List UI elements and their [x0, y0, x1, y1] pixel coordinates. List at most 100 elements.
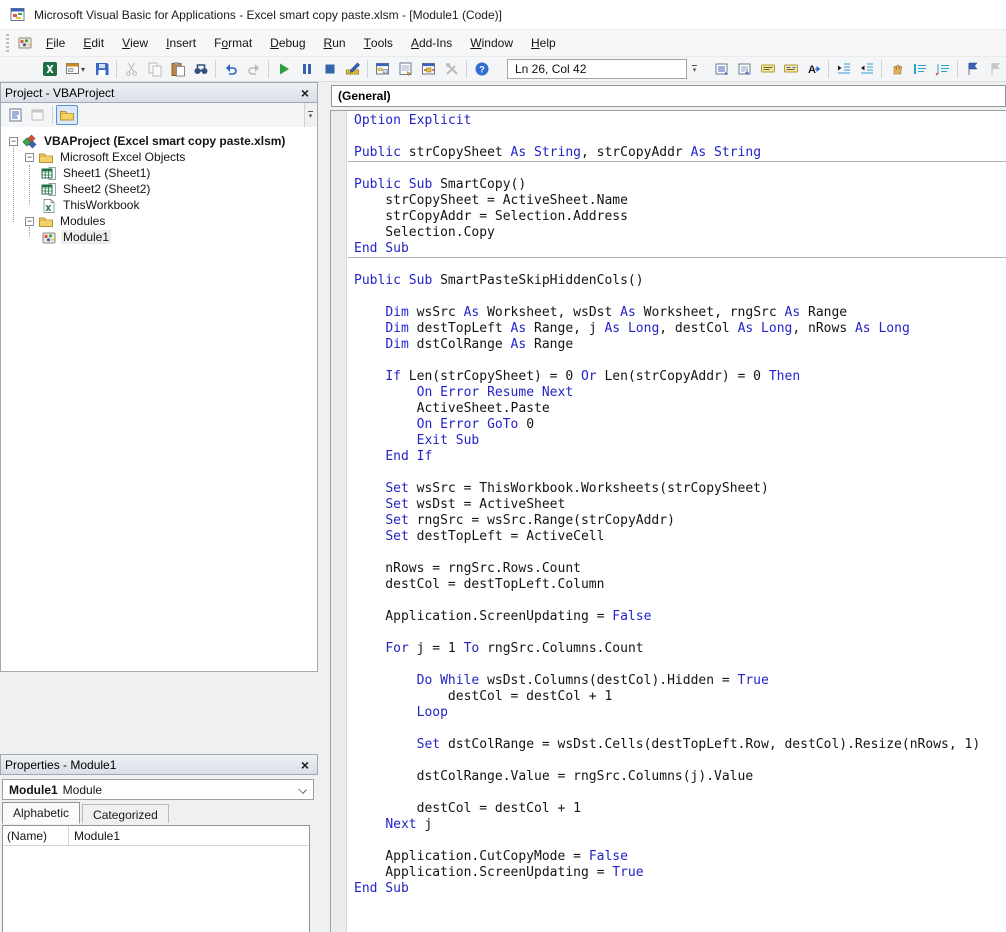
parameter-info-button[interactable]: [779, 58, 802, 80]
code-line[interactable]: [348, 129, 1006, 145]
code-line[interactable]: [348, 353, 1006, 369]
collapse-expander-icon[interactable]: −: [25, 153, 34, 162]
code-line[interactable]: For j = 1 To rngSrc.Columns.Count: [348, 641, 1006, 657]
code-line[interactable]: strCopyAddr = Selection.Address: [348, 209, 1006, 225]
code-line[interactable]: [348, 625, 1006, 641]
insert-dropdown-caret[interactable]: ▾: [81, 65, 90, 74]
reset-button[interactable]: [318, 58, 341, 80]
code-line[interactable]: End Sub: [348, 881, 1006, 897]
comment-block-button[interactable]: [908, 58, 931, 80]
code-line[interactable]: Loop: [348, 705, 1006, 721]
menu-add-ins[interactable]: Add-Ins: [402, 30, 461, 57]
code-line[interactable]: Dim wsSrc As Worksheet, wsDst As Workshe…: [348, 305, 1006, 321]
code-line[interactable]: Selection.Copy: [348, 225, 1006, 241]
view-microsoft-excel-button[interactable]: [38, 58, 61, 80]
find-button[interactable]: [189, 58, 212, 80]
toggle-folders-button[interactable]: [56, 105, 78, 125]
code-line[interactable]: [348, 833, 1006, 849]
redo-button[interactable]: [242, 58, 265, 80]
tree-item-excel-objects[interactable]: − Microsoft Excel Objects: [25, 149, 187, 165]
code-line[interactable]: Exit Sub: [348, 433, 1006, 449]
undo-button[interactable]: [219, 58, 242, 80]
outdent-button[interactable]: [855, 58, 878, 80]
cut-button[interactable]: [120, 58, 143, 80]
menu-insert[interactable]: Insert: [157, 30, 205, 57]
complete-word-button[interactable]: A: [802, 58, 825, 80]
code-line[interactable]: Public strCopySheet As String, strCopyAd…: [348, 145, 1006, 161]
menu-help[interactable]: Help: [522, 30, 565, 57]
object-browser-button[interactable]: [417, 58, 440, 80]
toolbar-overflow-chevron[interactable]: ▾: [689, 58, 700, 80]
project-panel-header[interactable]: Project - VBAProject ×: [0, 82, 318, 103]
toolbox-button[interactable]: [440, 58, 463, 80]
menu-view[interactable]: View: [113, 30, 157, 57]
indent-button[interactable]: [832, 58, 855, 80]
code-line[interactable]: destCol = destCol + 1: [348, 801, 1006, 817]
project-panel-close-icon[interactable]: ×: [297, 85, 313, 100]
menu-debug[interactable]: Debug: [261, 30, 314, 57]
code-line[interactable]: Set rngSrc = wsSrc.Range(strCopyAddr): [348, 513, 1006, 529]
menubar-grip-handle[interactable]: [6, 34, 9, 52]
code-line[interactable]: On Error Resume Next: [348, 385, 1006, 401]
code-line[interactable]: destCol = destTopLeft.Column: [348, 577, 1006, 593]
property-value-cell[interactable]: Module1: [69, 826, 309, 845]
code-line[interactable]: Next j: [348, 817, 1006, 833]
code-line[interactable]: Public Sub SmartCopy(): [348, 177, 1006, 193]
code-line[interactable]: [348, 545, 1006, 561]
collapse-expander-icon[interactable]: −: [9, 137, 18, 146]
code-line[interactable]: [348, 161, 1006, 177]
object-dropdown[interactable]: (General): [331, 85, 1006, 107]
toggle-breakpoint-button[interactable]: [885, 58, 908, 80]
list-constants-button[interactable]: [733, 58, 756, 80]
code-line[interactable]: End Sub: [348, 241, 1006, 257]
code-line[interactable]: End If: [348, 449, 1006, 465]
code-line[interactable]: Dim destTopLeft As Range, j As Long, des…: [348, 321, 1006, 337]
tree-item-module1[interactable]: Module1: [41, 229, 111, 245]
menu-tools[interactable]: Tools: [355, 30, 402, 57]
properties-panel-header[interactable]: Properties - Module1 ×: [0, 754, 318, 775]
tree-item-thisworkbook[interactable]: ThisWorkbook: [41, 197, 141, 213]
code-line[interactable]: [348, 593, 1006, 609]
tree-item-sheet1[interactable]: Sheet1 (Sheet1): [41, 165, 152, 181]
code-line[interactable]: Application.ScreenUpdating = False: [348, 609, 1006, 625]
code-line[interactable]: strCopySheet = ActiveSheet.Name: [348, 193, 1006, 209]
tree-item-vbaproject[interactable]: − VBAProject (Excel smart copy paste.xls…: [9, 133, 287, 149]
next-bookmark-button[interactable]: [984, 58, 1006, 80]
code-line[interactable]: On Error GoTo 0: [348, 417, 1006, 433]
menu-format[interactable]: Format: [205, 30, 261, 57]
code-editor[interactable]: Option ExplicitPublic strCopySheet As St…: [330, 110, 1006, 932]
project-toolbar-overflow-chevron[interactable]: ▾: [304, 103, 316, 127]
paste-button[interactable]: [166, 58, 189, 80]
code-line[interactable]: Set wsDst = ActiveSheet: [348, 497, 1006, 513]
code-line[interactable]: [348, 785, 1006, 801]
code-line[interactable]: dstColRange.Value = rngSrc.Columns(j).Va…: [348, 769, 1006, 785]
view-object-button[interactable]: [27, 105, 49, 125]
code-line[interactable]: Dim dstColRange As Range: [348, 337, 1006, 353]
code-line[interactable]: Set wsSrc = ThisWorkbook.Worksheets(strC…: [348, 481, 1006, 497]
code-line[interactable]: [348, 913, 1006, 929]
save-button[interactable]: [90, 58, 113, 80]
code-line[interactable]: If Len(strCopySheet) = 0 Or Len(strCopyA…: [348, 369, 1006, 385]
tab-alphabetic[interactable]: Alphabetic: [2, 802, 80, 824]
tree-item-modules[interactable]: − Modules: [25, 213, 107, 229]
code-line[interactable]: Do While wsDst.Columns(destCol).Hidden =…: [348, 673, 1006, 689]
module-window-icon[interactable]: [17, 35, 33, 51]
design-mode-button[interactable]: [341, 58, 364, 80]
tab-categorized[interactable]: Categorized: [82, 804, 169, 823]
properties-panel-close-icon[interactable]: ×: [297, 757, 313, 772]
collapse-expander-icon[interactable]: −: [25, 217, 34, 226]
code-line[interactable]: [348, 657, 1006, 673]
code-line[interactable]: [348, 289, 1006, 305]
break-button[interactable]: [295, 58, 318, 80]
run-sub-button[interactable]: [272, 58, 295, 80]
code-line[interactable]: ActiveSheet.Paste: [348, 401, 1006, 417]
code-line[interactable]: [348, 257, 1006, 273]
code-line[interactable]: [348, 465, 1006, 481]
margin-indicator-bar[interactable]: [331, 111, 347, 932]
project-explorer-button[interactable]: [371, 58, 394, 80]
code-line[interactable]: [348, 897, 1006, 913]
code-line[interactable]: Application.CutCopyMode = False: [348, 849, 1006, 865]
menu-file[interactable]: File: [37, 30, 74, 57]
code-line[interactable]: [348, 721, 1006, 737]
help-button[interactable]: ?: [470, 58, 493, 80]
